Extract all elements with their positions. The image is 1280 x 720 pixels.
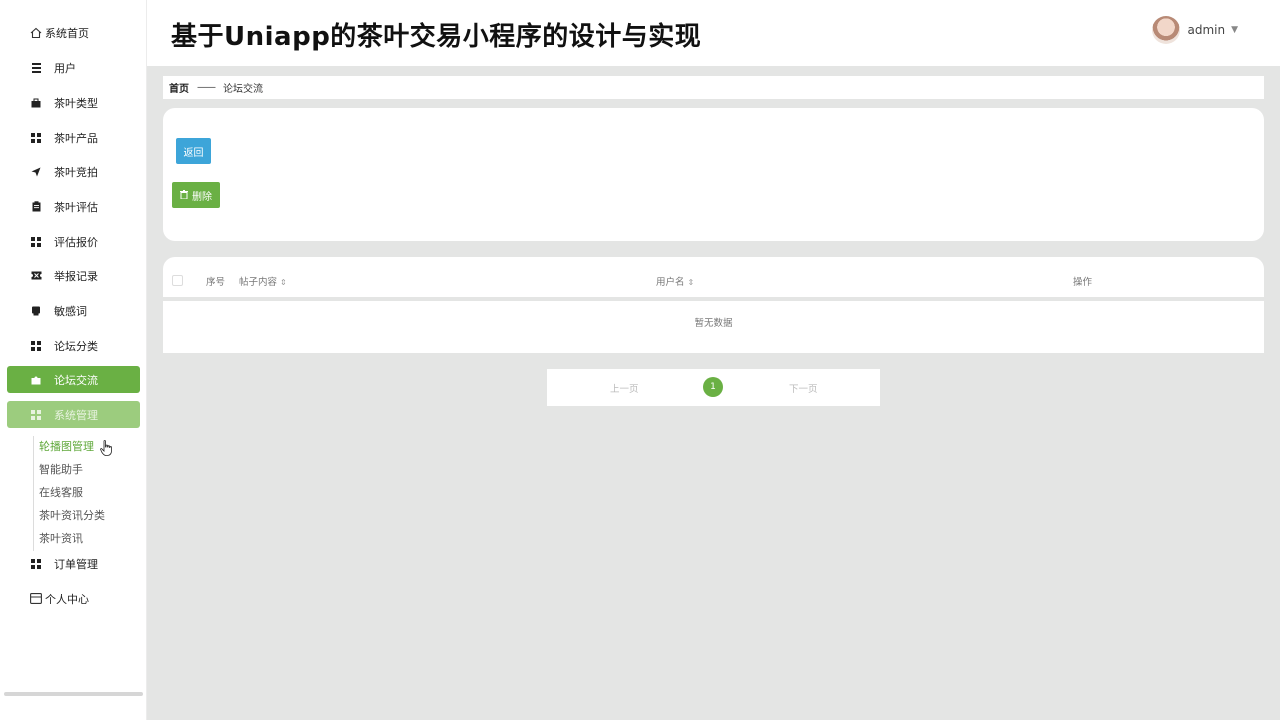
submenu-item-smart-assistant[interactable]: 智能助手 xyxy=(34,459,105,482)
sidebar-item-sensitive-words[interactable]: 敏感词 xyxy=(7,297,140,324)
column-header-label: 帖子内容 xyxy=(239,277,278,288)
clipboard-icon xyxy=(29,200,43,214)
select-all-checkbox[interactable] xyxy=(172,275,183,286)
submenu-item-tea-news-category[interactable]: 茶叶资讯分类 xyxy=(34,505,105,528)
column-header-label: 用户名 xyxy=(656,277,685,288)
sidebar-item-report-records[interactable]: 举报记录 xyxy=(7,262,140,289)
breadcrumb-current: 论坛交流 xyxy=(223,84,263,95)
grid-icon xyxy=(29,408,43,422)
sidebar-scrollbar[interactable] xyxy=(4,692,143,696)
sort-icon[interactable]: ⇕ xyxy=(280,278,287,287)
sidebar-item-personal-center[interactable]: 个人中心 xyxy=(7,585,140,612)
submenu-item-online-service[interactable]: 在线客服 xyxy=(34,482,105,505)
table-header: 序号 帖子内容 ⇕ 用户名 ⇕ 操作 xyxy=(163,257,1264,297)
column-header-username[interactable]: 用户名 ⇕ xyxy=(656,274,694,288)
sidebar-item-users[interactable]: 用户 xyxy=(7,54,140,81)
grid-icon xyxy=(29,235,43,249)
sidebar-item-label: 评估报价 xyxy=(54,235,98,249)
username[interactable]: admin xyxy=(1187,23,1225,37)
column-header-post-content[interactable]: 帖子内容 ⇕ xyxy=(239,274,287,288)
avatar[interactable] xyxy=(1152,16,1181,44)
sidebar-item-label: 论坛分类 xyxy=(54,339,98,353)
sidebar-item-label: 举报记录 xyxy=(54,269,98,283)
sidebar-item-label: 敏感词 xyxy=(54,304,87,318)
sidebar-item-label: 个人中心 xyxy=(45,592,89,606)
sidebar: 系统首页 用户 茶叶类型 茶叶产品 茶叶竞拍 茶叶评估 评估报价 举报记录 敏感… xyxy=(0,0,147,720)
sidebar-item-evaluation-quote[interactable]: 评估报价 xyxy=(7,228,140,255)
sidebar-item-tea-product[interactable]: 茶叶产品 xyxy=(7,124,140,151)
top-header: 基于Uniapp的茶叶交易小程序的设计与实现 admin ▼ xyxy=(147,0,1280,66)
sidebar-item-forum-exchange[interactable]: 论坛交流 xyxy=(7,366,140,393)
breadcrumb-home[interactable]: 首页 xyxy=(169,80,189,95)
sidebar-item-label: 订单管理 xyxy=(54,557,98,571)
sidebar-item-tea-type[interactable]: 茶叶类型 xyxy=(7,89,140,116)
submenu-item-carousel[interactable]: 轮播图管理 xyxy=(34,436,105,459)
empty-text: 暂无数据 xyxy=(694,318,733,329)
ticket-icon xyxy=(29,269,43,283)
sidebar-item-system-management[interactable]: 系统管理 xyxy=(7,401,140,428)
sidebar-item-label: 茶叶产品 xyxy=(54,131,98,145)
user-menu[interactable]: admin ▼ xyxy=(1152,16,1238,44)
sidebar-item-label: 茶叶类型 xyxy=(54,96,98,110)
sidebar-item-label: 论坛交流 xyxy=(54,373,98,387)
page-title: 基于Uniapp的茶叶交易小程序的设计与实现 xyxy=(171,22,702,52)
hand-cursor-icon xyxy=(100,440,112,456)
print-icon xyxy=(29,304,43,318)
chevron-down-icon[interactable]: ▼ xyxy=(1231,25,1238,35)
delete-button[interactable]: 删除 xyxy=(172,182,220,208)
grid-icon xyxy=(29,131,43,145)
column-header-index: 序号 xyxy=(206,277,226,288)
submenu-item-tea-news[interactable]: 茶叶资讯 xyxy=(34,528,105,551)
sidebar-item-tea-evaluation[interactable]: 茶叶评估 xyxy=(7,193,140,220)
trash-icon xyxy=(180,189,188,201)
delete-button-label: 删除 xyxy=(192,191,212,203)
send-icon xyxy=(29,165,43,179)
calendar-icon xyxy=(29,592,43,606)
breadcrumb-separator: —— xyxy=(197,82,216,93)
pagination: 上一页 1 下一页 xyxy=(547,369,880,406)
action-panel: 返回 删除 xyxy=(163,108,1264,241)
sidebar-item-label: 系统首页 xyxy=(45,26,89,40)
home-icon xyxy=(29,26,43,40)
grid-icon xyxy=(29,339,43,353)
sidebar-item-label: 系统管理 xyxy=(54,408,98,422)
table-empty-state: 暂无数据 xyxy=(163,301,1264,353)
sidebar-item-label: 茶叶评估 xyxy=(54,200,98,214)
briefcase-icon xyxy=(29,96,43,110)
sidebar-item-label: 用户 xyxy=(54,61,76,75)
sidebar-item-label: 茶叶竞拍 xyxy=(54,165,98,179)
prev-page-button[interactable]: 上一页 xyxy=(610,381,639,395)
sidebar-item-forum-category[interactable]: 论坛分类 xyxy=(7,332,140,359)
list-icon xyxy=(29,61,43,75)
next-page-button[interactable]: 下一页 xyxy=(789,381,818,395)
page-number-current[interactable]: 1 xyxy=(703,377,723,397)
breadcrumb: 首页 —— 论坛交流 xyxy=(163,76,1264,99)
back-button[interactable]: 返回 xyxy=(176,138,211,164)
sort-icon[interactable]: ⇕ xyxy=(688,278,695,287)
system-management-submenu: 轮播图管理 智能助手 在线客服 茶叶资讯分类 茶叶资讯 xyxy=(33,436,105,551)
sidebar-item-home[interactable]: 系统首页 xyxy=(7,19,140,46)
column-header-actions: 操作 xyxy=(1073,277,1093,288)
sidebar-item-tea-auction[interactable]: 茶叶竞拍 xyxy=(7,158,140,185)
puzzle-icon xyxy=(29,373,43,387)
sidebar-item-order-management[interactable]: 订单管理 xyxy=(7,550,140,577)
grid-icon xyxy=(29,557,43,571)
